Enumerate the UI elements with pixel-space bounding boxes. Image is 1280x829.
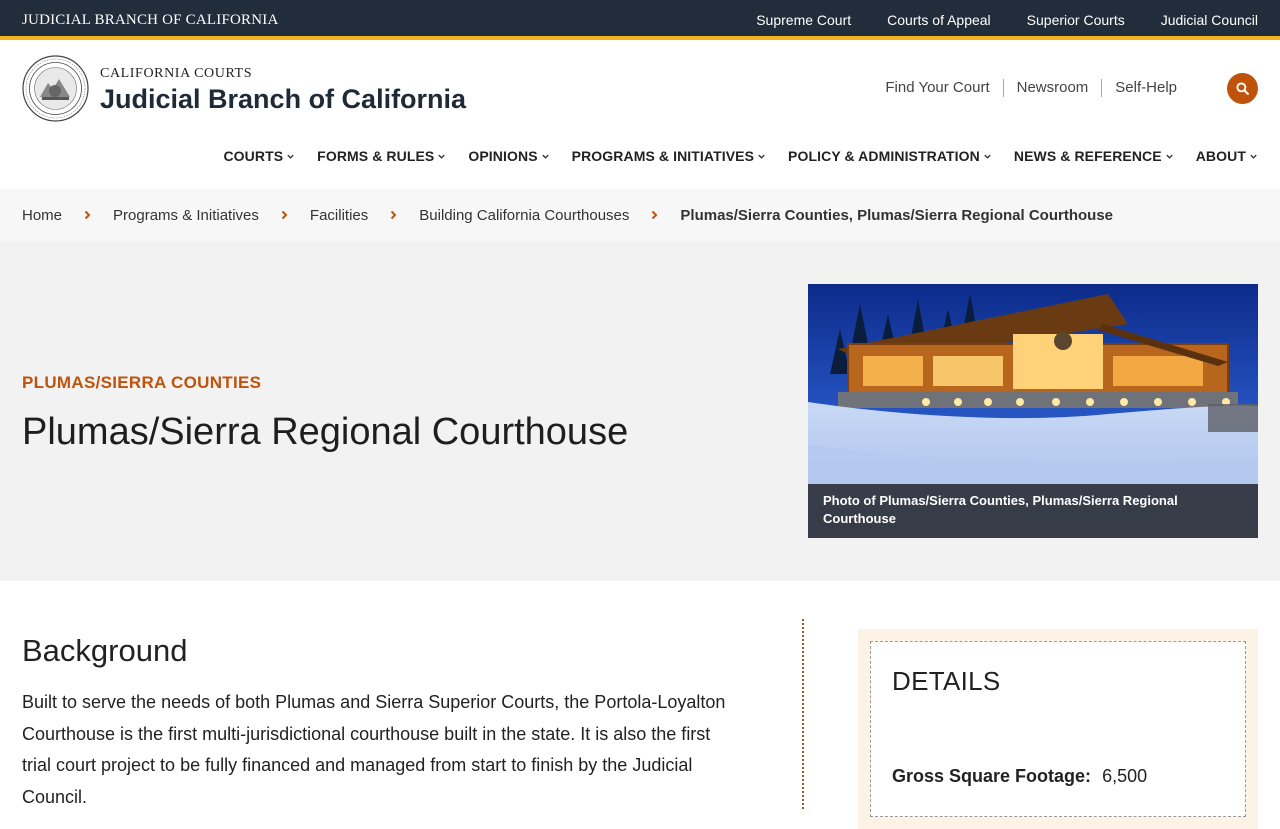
nav-item-label: ABOUT bbox=[1195, 148, 1246, 164]
nav-item-about[interactable]: ABOUT bbox=[1196, 148, 1258, 164]
top-utility-bar: JUDICIAL BRANCH OF CALIFORNIA Supreme Co… bbox=[0, 0, 1280, 40]
utility-links: Find Your Court Newsroom Self-Help bbox=[872, 79, 1190, 97]
hero-eyebrow: PLUMAS/SIERRA COUNTIES bbox=[22, 373, 262, 392]
topbar-links: Supreme Court Courts of Appeal Superior … bbox=[756, 12, 1258, 28]
chevron-down-icon bbox=[758, 154, 765, 159]
utility-link-self-help[interactable]: Self-Help bbox=[1101, 79, 1190, 97]
background-paragraph: Built to serve the needs of both Plumas … bbox=[22, 692, 726, 807]
details-panel: DETAILS Gross Square Footage: 6,500 bbox=[858, 629, 1258, 829]
chevron-right-icon bbox=[84, 210, 91, 220]
details-row-gross-square-footage: Gross Square Footage: 6,500 bbox=[892, 766, 1147, 787]
breadcrumb-home[interactable]: Home bbox=[22, 207, 62, 224]
details-value: 6,500 bbox=[1102, 766, 1148, 786]
chevron-right-icon bbox=[390, 210, 397, 220]
site-subtitle: CALIFORNIA COURTS bbox=[100, 66, 253, 81]
nav-item-label: POLICY & ADMINISTRATION bbox=[788, 148, 980, 164]
nav-item-policy-administration[interactable]: POLICY & ADMINISTRATION bbox=[788, 148, 992, 164]
nav-item-label: COURTS bbox=[223, 148, 284, 164]
chevron-down-icon bbox=[541, 154, 549, 159]
topbar-link-supreme-court[interactable]: Supreme Court bbox=[756, 12, 851, 28]
search-icon bbox=[1236, 82, 1249, 95]
topbar-link-courts-of-appeal[interactable]: Courts of Appeal bbox=[887, 12, 991, 28]
chevron-down-icon bbox=[1166, 154, 1173, 159]
details-label: Gross Square Footage: bbox=[892, 766, 1092, 786]
details-title: DETAILS bbox=[892, 666, 1001, 696]
utility-link-newsroom[interactable]: Newsroom bbox=[1002, 79, 1102, 97]
chevron-right-icon bbox=[281, 210, 288, 220]
nav-item-opinions[interactable]: OPINIONS bbox=[468, 148, 549, 164]
nav-item-courts[interactable]: COURTS bbox=[223, 148, 295, 164]
california-seal-logo[interactable] bbox=[22, 55, 89, 122]
chevron-down-icon bbox=[438, 154, 446, 159]
nav-item-label: PROGRAMS & INITIATIVES bbox=[571, 148, 755, 164]
breadcrumb-programs-initiatives[interactable]: Programs & Initiatives bbox=[113, 207, 259, 224]
breadcrumb-building-courthouses[interactable]: Building California Courthouses bbox=[419, 207, 629, 224]
utility-link-find-your-court[interactable]: Find Your Court bbox=[872, 79, 1002, 97]
nav-item-label: FORMS & RULES bbox=[317, 148, 435, 164]
hero-section: PLUMAS/SIERRA COUNTIES Plumas/Sierra Reg… bbox=[0, 241, 1280, 581]
chevron-right-icon bbox=[651, 210, 658, 220]
site-header: CALIFORNIA COURTS Judicial Branch of Cal… bbox=[0, 44, 1280, 189]
site-title[interactable]: Judicial Branch of California bbox=[100, 84, 466, 115]
nav-item-programs-initiatives[interactable]: PROGRAMS & INITIATIVES bbox=[572, 148, 766, 164]
chevron-down-icon bbox=[287, 154, 294, 159]
content-divider bbox=[802, 619, 804, 809]
topbar-brand[interactable]: JUDICIAL BRANCH OF CALIFORNIA bbox=[22, 12, 279, 29]
topbar-link-judicial-council[interactable]: Judicial Council bbox=[1161, 12, 1258, 28]
main-content: Background Built to serve the needs of b… bbox=[0, 581, 1280, 829]
nav-item-label: OPINIONS bbox=[468, 148, 538, 164]
chevron-down-icon bbox=[984, 154, 991, 159]
chevron-down-icon bbox=[1250, 154, 1257, 159]
details-panel-inner: DETAILS Gross Square Footage: 6,500 bbox=[870, 641, 1246, 817]
breadcrumb-current: Plumas/Sierra Counties, Plumas/Sierra Re… bbox=[680, 206, 1114, 224]
courthouse-photo: Photo of Plumas/Sierra Counties, Plumas/… bbox=[808, 284, 1258, 538]
topbar-link-superior-courts[interactable]: Superior Courts bbox=[1027, 12, 1125, 28]
section-heading-background: Background bbox=[22, 633, 188, 668]
main-navigation: COURTS FORMS & RULES OPINIONS PROGRAMS &… bbox=[223, 148, 1258, 164]
nav-item-forms-rules[interactable]: FORMS & RULES bbox=[317, 148, 446, 164]
nav-item-label: NEWS & REFERENCE bbox=[1013, 148, 1162, 164]
photo-caption: Photo of Plumas/Sierra Counties, Plumas/… bbox=[808, 484, 1258, 538]
nav-item-news-reference[interactable]: NEWS & REFERENCE bbox=[1014, 148, 1174, 164]
breadcrumb: Home Programs & Initiatives Facilities B… bbox=[0, 189, 1280, 241]
page-title: Plumas/Sierra Regional Courthouse bbox=[22, 411, 629, 453]
search-button[interactable] bbox=[1227, 73, 1258, 104]
breadcrumb-facilities[interactable]: Facilities bbox=[310, 207, 368, 224]
